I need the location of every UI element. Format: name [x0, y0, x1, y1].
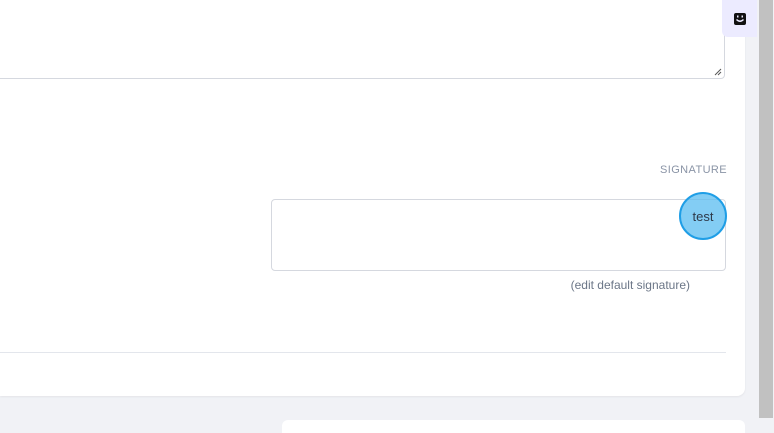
signature-input[interactable]	[271, 199, 726, 271]
edit-default-signature-link[interactable]: (edit default signature)	[571, 278, 690, 292]
message-textarea[interactable]	[0, 0, 725, 79]
scrollbar-thumb[interactable]	[759, 0, 773, 418]
signature-value[interactable]: test	[679, 192, 727, 240]
lower-card	[282, 420, 745, 433]
resize-grip-icon[interactable]	[714, 68, 722, 76]
signature-label: SIGNATURE	[660, 164, 727, 176]
chat-face-icon	[733, 12, 746, 25]
compose-card: SIGNATURE (edit default signature)	[0, 0, 745, 396]
chat-widget-button[interactable]	[722, 0, 757, 37]
divider	[0, 352, 726, 353]
page: SIGNATURE (edit default signature) test	[0, 0, 774, 433]
